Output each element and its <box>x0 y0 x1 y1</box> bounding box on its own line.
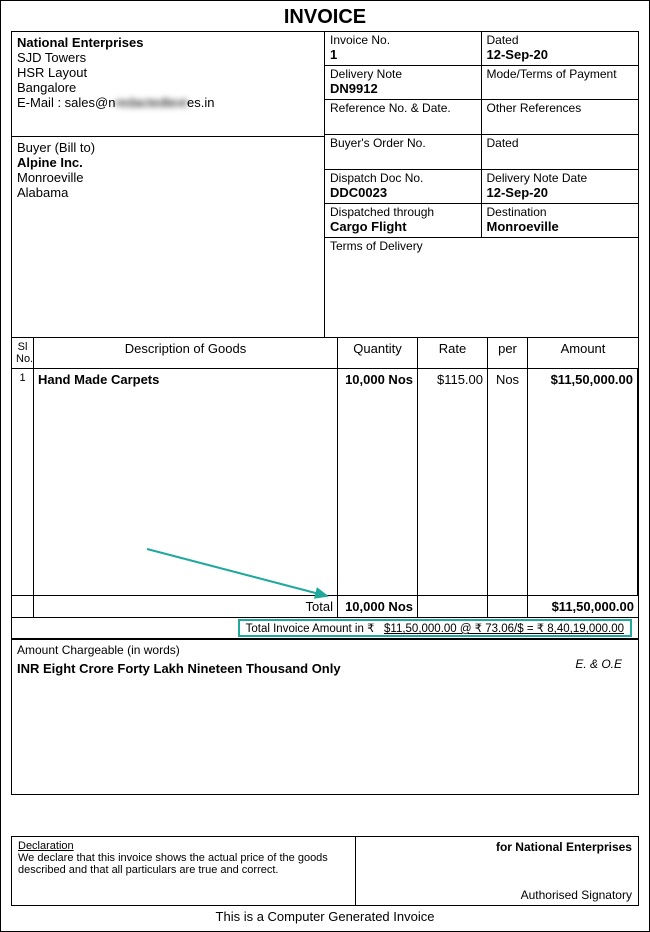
dated: 12-Sep-20 <box>487 47 634 62</box>
declaration-label: Declaration <box>18 840 349 852</box>
chargeable-label: Amount Chargeable (in words) <box>17 643 633 657</box>
invoice-no: 1 <box>330 47 476 62</box>
seller-box: National Enterprises SJD Towers HSR Layo… <box>12 32 324 137</box>
dated-label: Dated <box>487 33 634 47</box>
buyer-order-label: Buyer's Order No. <box>330 136 476 150</box>
col-per: per <box>488 338 528 368</box>
destination: Monroeville <box>487 219 634 234</box>
mode-label: Mode/Terms of Payment <box>487 67 634 81</box>
item-qty: 10,000 Nos <box>338 369 418 595</box>
buyer-label: Buyer (Bill to) <box>17 140 319 155</box>
total-qty: 10,000 Nos <box>338 596 418 617</box>
item-sl: 1 <box>12 369 34 595</box>
declaration-text: We declare that this invoice shows the a… <box>18 852 349 876</box>
other-ref-label: Other References <box>487 101 634 115</box>
item-rate: $115.00 <box>418 369 488 595</box>
terms-delivery-label: Terms of Delivery <box>330 239 633 253</box>
seller-city: Bangalore <box>17 80 319 95</box>
delivery-note: DN9912 <box>330 81 476 96</box>
total-amt: $11,50,000.00 <box>528 596 638 617</box>
invoice-no-label: Invoice No. <box>330 33 476 47</box>
dated2-label: Dated <box>487 136 634 150</box>
col-rate: Rate <box>418 338 488 368</box>
buyer-box: Buyer (Bill to) Alpine Inc. Monroeville … <box>12 137 324 337</box>
items-table: Sl No. Description of Goods Quantity Rat… <box>11 338 639 640</box>
col-qty: Quantity <box>338 338 418 368</box>
invoice-title: INVOICE <box>11 6 639 29</box>
seller-addr1: SJD Towers <box>17 50 319 65</box>
ref-label: Reference No. & Date. <box>330 101 476 115</box>
seller-addr2: HSR Layout <box>17 65 319 80</box>
delivery-note-date-label: Delivery Note Date <box>487 171 634 185</box>
buyer-name: Alpine Inc. <box>17 155 319 170</box>
seller-name: National Enterprises <box>17 35 319 50</box>
dispatched-through: Cargo Flight <box>330 219 476 234</box>
col-desc: Description of Goods <box>34 338 338 368</box>
dispatch-doc-label: Dispatch Doc No. <box>330 171 476 185</box>
buyer-addr1: Monroeville <box>17 170 319 185</box>
col-sl: Sl No. <box>12 338 34 368</box>
generated-note: This is a Computer Generated Invoice <box>1 909 649 924</box>
item-desc: Hand Made Carpets <box>34 369 338 595</box>
col-amt: Amount <box>528 338 638 368</box>
conversion-value: $11,50,000.00 @ ₹ 73.06/$ = ₹ 8,40,19,00… <box>384 623 624 635</box>
item-amt: $11,50,000.00 <box>528 369 638 595</box>
dispatched-through-label: Dispatched through <box>330 205 476 219</box>
conversion-label: Total Invoice Amount in ₹ <box>246 623 375 635</box>
delivery-note-label: Delivery Note <box>330 67 476 81</box>
footer-block: Declaration We declare that this invoice… <box>11 836 639 906</box>
dispatch-doc: DDC0023 <box>330 185 476 200</box>
conversion-row: Total Invoice Amount in ₹ $11,50,000.00 … <box>12 618 638 639</box>
for-company: for National Enterprises <box>362 840 632 854</box>
total-label: Total <box>34 596 338 617</box>
eoe: E. & O.E <box>575 657 622 671</box>
buyer-addr2: Alabama <box>17 185 319 200</box>
amount-words: INR Eight Crore Forty Lakh Nineteen Thou… <box>17 661 633 676</box>
destination-label: Destination <box>487 205 634 219</box>
header-block: National Enterprises SJD Towers HSR Layo… <box>11 31 639 338</box>
auth-signatory: Authorised Signatory <box>362 888 632 902</box>
item-per: Nos <box>488 369 528 595</box>
delivery-note-date: 12-Sep-20 <box>487 185 634 200</box>
seller-email: E-Mail : sales@nredactedtextes.in <box>17 95 319 110</box>
